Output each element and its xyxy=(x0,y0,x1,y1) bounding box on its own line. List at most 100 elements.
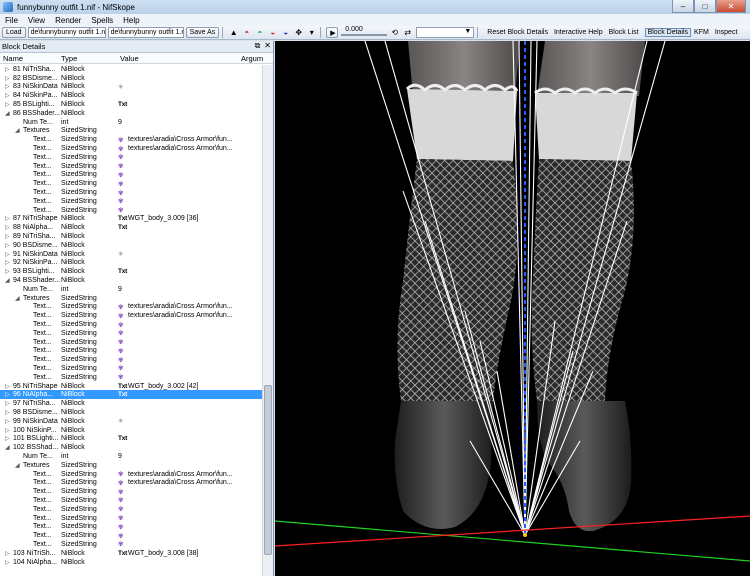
view-back-icon[interactable]: ◒ xyxy=(267,27,278,38)
block-row[interactable]: Text... SizedString ✾ xyxy=(0,355,262,364)
block-row[interactable]: Text... SizedString ✾ xyxy=(0,171,262,180)
block-row[interactable]: ▷ 91 NiSkinData NiBlock ✳ xyxy=(0,250,262,259)
animation-select[interactable]: ▼ xyxy=(416,27,475,38)
menu-render[interactable]: Render xyxy=(50,16,86,25)
play-button[interactable]: ▶ xyxy=(326,27,339,38)
float-icon[interactable]: ⧉ xyxy=(255,41,261,51)
expand-icon[interactable]: ▷ xyxy=(5,550,10,557)
reset-block-details-button[interactable]: Reset Block Details xyxy=(487,29,548,36)
block-row[interactable]: ▷ 89 NiTriSha... NiBlock xyxy=(0,232,262,241)
expand-icon[interactable]: ▷ xyxy=(5,233,10,240)
expand-icon[interactable]: ▷ xyxy=(5,435,10,442)
block-row[interactable]: Text... SizedString ✾ xyxy=(0,540,262,549)
view-top-icon[interactable]: ▲ xyxy=(228,27,239,38)
block-row[interactable]: Text... SizedString ✾ textures\aradia\Cross… xyxy=(0,144,262,153)
block-row[interactable]: Text... SizedString ✾ xyxy=(0,179,262,188)
close-button[interactable]: ✕ xyxy=(716,0,746,13)
block-row[interactable]: Text... SizedString ✾ xyxy=(0,364,262,373)
block-tree[interactable]: ▷ 81 NiTriSha... NiBlock ▷ 82 BSDisme... NiBl… xyxy=(0,65,262,576)
block-value[interactable]: WGT_body_3.002 [42] xyxy=(128,383,198,390)
block-row[interactable]: ◢ Textures SizedString xyxy=(0,294,262,303)
expand-icon[interactable]: ▷ xyxy=(5,101,10,108)
block-row[interactable]: ◢ 94 BSShader... NiBlock xyxy=(0,276,262,285)
column-name[interactable]: Name xyxy=(3,54,23,63)
block-row[interactable]: Text... SizedString ✾ xyxy=(0,153,262,162)
expand-icon[interactable]: ▷ xyxy=(5,400,10,407)
block-row[interactable]: Text... SizedString ✾ xyxy=(0,487,262,496)
block-value[interactable]: textures\aradia\Cross Armor\fun... xyxy=(128,471,233,478)
column-type[interactable]: Type xyxy=(61,54,77,63)
block-row[interactable]: ▷ 82 BSDisme... NiBlock xyxy=(0,74,262,83)
block-row[interactable]: ▷ 92 NiSkinPa... NiBlock xyxy=(0,259,262,268)
block-row[interactable]: Text... SizedString ✾ xyxy=(0,329,262,338)
expand-icon[interactable]: ▷ xyxy=(5,409,10,416)
block-list-button[interactable]: Block List xyxy=(609,29,639,36)
collapse-icon[interactable]: ◢ xyxy=(5,110,10,117)
block-value[interactable]: WGT_body_3.009 [36] xyxy=(128,215,198,222)
view-options-icon[interactable]: ▾ xyxy=(306,27,317,38)
save-as-button[interactable]: Save As xyxy=(185,27,220,38)
block-row[interactable]: ◢ 86 BSShader... NiBlock xyxy=(0,109,262,118)
expand-icon[interactable]: ▷ xyxy=(5,268,10,275)
block-row[interactable]: ▷ 95 NiTriShape NiBlock Txt WGT_body_3.002 [… xyxy=(0,382,262,391)
block-row[interactable]: Text... SizedString ✾ xyxy=(0,162,262,171)
close-panel-icon[interactable]: ✕ xyxy=(264,41,271,51)
block-row[interactable]: ▷ 103 NiTriSh... NiBlock Txt WGT_body_3.008 … xyxy=(0,549,262,558)
block-value[interactable]: textures\aradia\Cross Armor\fun... xyxy=(128,312,233,319)
expand-icon[interactable]: ▷ xyxy=(5,391,10,398)
block-row[interactable]: Text... SizedString ✾ textures\aradia\Cross… xyxy=(0,478,262,487)
block-row[interactable]: Text... SizedString ✾ xyxy=(0,188,262,197)
block-row[interactable]: Num Te... int 9 xyxy=(0,285,262,294)
view-side-icon[interactable]: ◓ xyxy=(254,27,265,38)
block-row[interactable]: ▷ 99 NiSkinData NiBlock ✳ xyxy=(0,417,262,426)
block-row[interactable]: Text... SizedString ✾ xyxy=(0,496,262,505)
block-row[interactable]: ▷ 104 NiAlpha... NiBlock xyxy=(0,558,262,567)
view-walk-icon[interactable]: ✥ xyxy=(293,27,304,38)
menu-view[interactable]: View xyxy=(23,16,50,25)
inspect-button[interactable]: Inspect xyxy=(715,29,738,36)
expand-icon[interactable]: ▷ xyxy=(5,66,10,73)
block-value[interactable]: textures\aradia\Cross Armor\fun... xyxy=(128,145,233,152)
collapse-icon[interactable]: ◢ xyxy=(15,127,20,134)
block-row[interactable]: ▷ 87 NiTriShape NiBlock Txt WGT_body_3.009 [… xyxy=(0,215,262,224)
kfm-button[interactable]: KFM xyxy=(694,29,709,36)
block-row[interactable]: ◢ Textures SizedString xyxy=(0,461,262,470)
block-row[interactable]: Text... SizedString ✾ xyxy=(0,338,262,347)
block-row[interactable]: Text... SizedString ✾ xyxy=(0,373,262,382)
block-row[interactable]: ▷ 93 BSLighti... NiBlock Txt xyxy=(0,267,262,276)
expand-icon[interactable]: ▷ xyxy=(5,215,10,222)
switch-icon[interactable]: ⇄ xyxy=(402,27,413,38)
save-path-field[interactable]: de\funnybunny outfit 1.nif xyxy=(107,27,184,38)
expand-icon[interactable]: ▷ xyxy=(5,242,10,249)
view-user-icon[interactable]: ◒ xyxy=(280,27,291,38)
expand-icon[interactable]: ▷ xyxy=(5,75,10,82)
block-row[interactable]: ▷ 96 NiAlpha... NiBlock Txt xyxy=(0,390,262,400)
collapse-icon[interactable]: ◢ xyxy=(5,444,10,451)
block-row[interactable]: Text... SizedString ✾ xyxy=(0,505,262,514)
block-row[interactable]: Text... SizedString ✾ xyxy=(0,522,262,531)
block-row[interactable]: Text... SizedString ✾ textures\aradia\Cross… xyxy=(0,303,262,312)
expand-icon[interactable]: ▷ xyxy=(5,418,10,425)
block-row[interactable]: ▷ 85 BSLighti... NiBlock Txt xyxy=(0,100,262,109)
load-path-field[interactable]: de\funnybunny outfit 1.nif xyxy=(27,27,106,38)
collapse-icon[interactable]: ◢ xyxy=(5,277,10,284)
block-row[interactable]: Text... SizedString ✾ xyxy=(0,347,262,356)
block-row[interactable]: Num Te... int 9 xyxy=(0,452,262,461)
maximize-button[interactable]: □ xyxy=(694,0,716,13)
block-value[interactable]: 9 xyxy=(118,119,122,126)
block-row[interactable]: ▷ 83 NiSkinData NiBlock ✳ xyxy=(0,83,262,92)
vertical-scrollbar[interactable] xyxy=(262,65,273,576)
load-button[interactable]: Load xyxy=(2,27,26,38)
expand-icon[interactable]: ▷ xyxy=(5,559,10,566)
block-row[interactable]: Text... SizedString ✾ textures\aradia\Cross… xyxy=(0,135,262,144)
column-value[interactable]: Value xyxy=(120,54,139,63)
block-row[interactable]: ◢ Textures SizedString xyxy=(0,127,262,136)
interactive-help-button[interactable]: Interactive Help xyxy=(554,29,603,36)
block-row[interactable]: Text... SizedString ✾ textures\aradia\Cross… xyxy=(0,470,262,479)
block-details-button[interactable]: Block Details xyxy=(644,28,692,37)
view-front-icon[interactable]: ◓ xyxy=(241,27,252,38)
block-row[interactable]: ◢ 102 BSShad... NiBlock xyxy=(0,443,262,452)
expand-icon[interactable]: ▷ xyxy=(5,224,10,231)
collapse-icon[interactable]: ◢ xyxy=(15,462,20,469)
menu-spells[interactable]: Spells xyxy=(86,16,118,25)
